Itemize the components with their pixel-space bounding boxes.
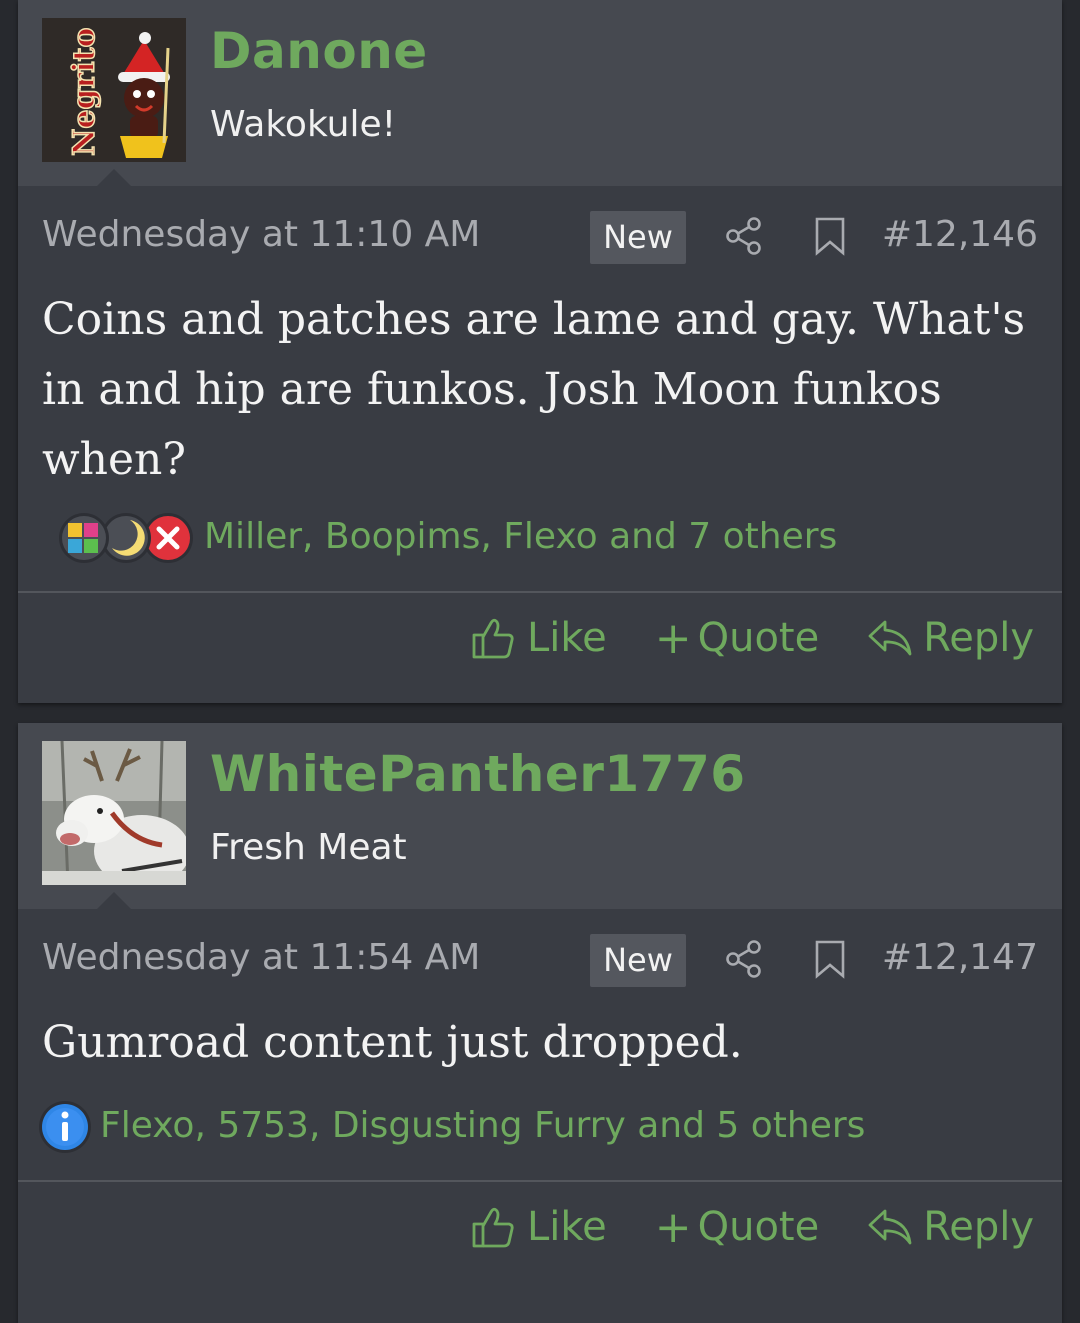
user-header: WhitePanther1776 Fresh Meat [18,723,1062,910]
header-pointer [96,892,132,910]
reply-button[interactable]: Reply [867,615,1034,661]
share-icon[interactable] [724,216,764,260]
header-pointer [96,169,132,187]
thumbs-up-icon [471,615,517,661]
bookmark-icon[interactable] [812,939,848,983]
quote-button[interactable]: + Quote [655,613,819,664]
user-title: Wakokule! [210,104,397,145]
reactions-list[interactable]: Flexo, 5753, Disgusting Furry and 5 othe… [100,1105,865,1146]
post-actions: Like + Quote Reply [423,1192,1034,1262]
post-content: Coins and patches are lame and gay. What… [42,294,1026,485]
reactions-bar[interactable]: Flexo, 5753, Disgusting Furry and 5 othe… [38,1097,1038,1157]
reactions-bar[interactable]: Miller, Boopims, Flexo and 7 others [38,508,1038,568]
avatar[interactable] [42,741,186,885]
reply-button[interactable]: Reply [867,1204,1034,1250]
reply-arrow-icon [867,618,913,658]
like-button[interactable]: Like [471,1204,607,1250]
divider [18,1180,1062,1182]
reply-label: Reply [923,1204,1034,1250]
post-actions: Like + Quote Reply [423,603,1034,673]
user-title: Fresh Meat [210,827,407,868]
post-number[interactable]: #12,146 [882,214,1038,255]
post-date[interactable]: Wednesday at 11:54 AM [42,937,480,978]
quote-label: Quote [697,1204,820,1250]
reply-arrow-icon [867,1207,913,1247]
quote-button[interactable]: + Quote [655,1202,819,1253]
username[interactable]: WhitePanther1776 [210,745,746,803]
username[interactable]: Danone [210,22,428,80]
post-meta: Wednesday at 11:54 AM New #12,147 [18,909,1062,1009]
quote-label: Quote [697,615,820,661]
like-label: Like [526,1204,607,1250]
reaction-icons [38,1097,98,1157]
plus-icon: + [654,612,692,664]
like-label: Like [526,615,607,661]
thumbs-up-icon [471,1204,517,1250]
post-meta: Wednesday at 11:10 AM New #12,146 [18,186,1062,286]
avatar[interactable]: Negrito [42,18,186,162]
reactions-list[interactable]: Miller, Boopims, Flexo and 7 others [204,516,837,557]
avatar-logo-text: Negrito [67,27,102,156]
user-header: Negrito Danone Wakokule! [18,0,1062,187]
post-date[interactable]: Wednesday at 11:10 AM [42,214,480,255]
reaction-icons [38,508,200,568]
share-icon[interactable] [724,939,764,983]
new-badge: New [590,211,686,264]
reply-label: Reply [923,615,1034,661]
post-number[interactable]: #12,147 [882,937,1038,978]
like-button[interactable]: Like [471,615,607,661]
post-12146: Negrito Danone Wakokule! Wednesday at 11… [18,0,1062,703]
new-badge: New [590,934,686,987]
bookmark-icon[interactable] [812,216,848,260]
plus-icon: + [654,1201,692,1253]
divider [18,591,1062,593]
post-content: Gumroad content just dropped. [42,1017,743,1068]
post-12147: WhitePanther1776 Fresh Meat Wednesday at… [18,723,1062,1323]
